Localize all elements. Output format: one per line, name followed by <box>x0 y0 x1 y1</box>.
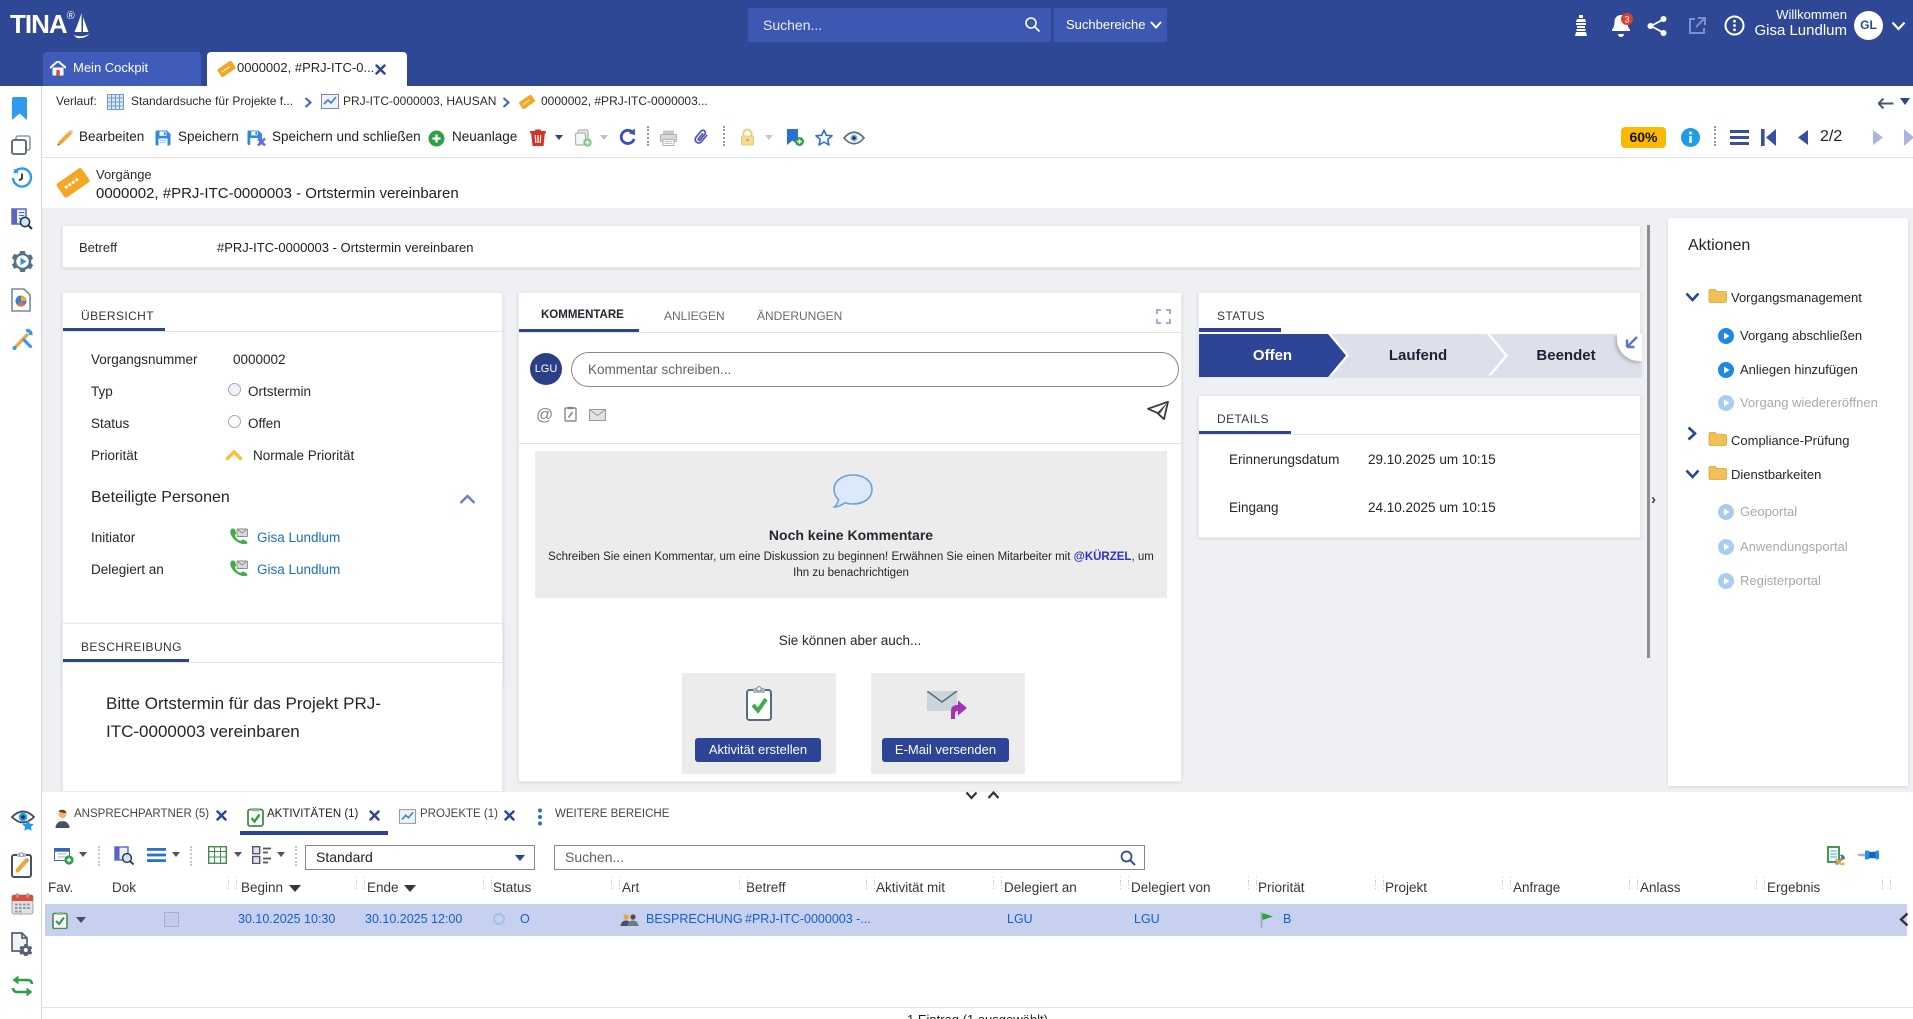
svg-text:3: 3 <box>1624 15 1629 25</box>
